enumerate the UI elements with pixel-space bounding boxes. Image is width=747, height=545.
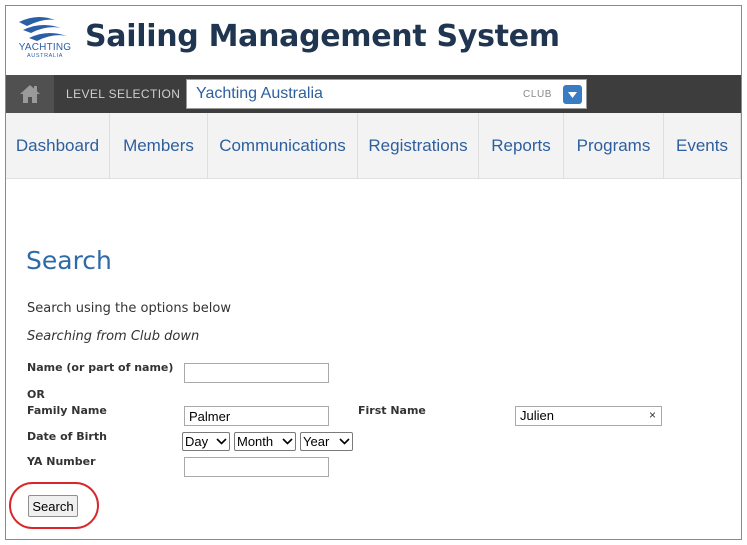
home-button[interactable] bbox=[6, 75, 54, 113]
chevron-down-icon bbox=[339, 438, 350, 445]
nav-events[interactable]: Events bbox=[664, 113, 741, 179]
search-button[interactable]: Search bbox=[28, 495, 78, 517]
level-dropdown-button[interactable] bbox=[563, 85, 582, 104]
dob-month-select[interactable]: Month bbox=[234, 432, 296, 451]
level-selected-value: Yachting Australia bbox=[196, 85, 323, 102]
name-label: Name (or part of name) bbox=[27, 361, 174, 374]
date-of-birth-label: Date of Birth bbox=[27, 430, 107, 443]
name-input[interactable] bbox=[184, 363, 329, 383]
nav-programs[interactable]: Programs bbox=[564, 113, 664, 179]
app-header: YACHTING AUSTRALIA Sailing Management Sy… bbox=[6, 6, 741, 74]
nav-communications[interactable]: Communications bbox=[208, 113, 358, 179]
chevron-down-icon bbox=[568, 91, 577, 98]
dob-year-select[interactable]: Year bbox=[300, 432, 353, 451]
search-scope-text: Searching from Club down bbox=[27, 329, 200, 344]
first-name-value: Julien bbox=[520, 408, 554, 423]
logo-text: YACHTING bbox=[18, 42, 72, 53]
level-selection-bar: LEVEL SELECTION Yachting Australia CLUB bbox=[6, 75, 741, 113]
level-selection-label: LEVEL SELECTION bbox=[66, 87, 181, 101]
level-select[interactable]: Yachting Australia CLUB bbox=[186, 79, 587, 109]
nav-reports[interactable]: Reports bbox=[479, 113, 564, 179]
dob-day-select[interactable]: Day bbox=[182, 432, 230, 451]
ya-number-input[interactable] bbox=[184, 457, 329, 477]
first-name-input[interactable]: Julien × bbox=[515, 406, 662, 426]
app-title: Sailing Management System bbox=[85, 19, 560, 54]
search-intro-text: Search using the options below bbox=[27, 301, 231, 316]
dob-year-value: Year bbox=[303, 434, 330, 449]
nav-registrations[interactable]: Registrations bbox=[358, 113, 479, 179]
chevron-down-icon bbox=[216, 438, 227, 445]
dob-day-value: Day bbox=[185, 434, 209, 449]
page-title: Search bbox=[26, 246, 112, 275]
logo-subtext: AUSTRALIA bbox=[27, 53, 63, 59]
page-frame: YACHTING AUSTRALIA Sailing Management Sy… bbox=[5, 5, 742, 540]
level-tag: CLUB bbox=[523, 89, 553, 100]
chevron-down-icon bbox=[282, 438, 293, 445]
home-icon bbox=[20, 85, 40, 103]
clear-icon[interactable]: × bbox=[649, 408, 656, 422]
family-name-input[interactable] bbox=[184, 406, 329, 426]
nav-members[interactable]: Members bbox=[110, 113, 208, 179]
main-nav: Dashboard Members Communications Registr… bbox=[6, 113, 741, 179]
dob-month-value: Month bbox=[237, 434, 274, 449]
family-name-label: Family Name bbox=[27, 404, 107, 417]
or-label: OR bbox=[27, 388, 45, 401]
first-name-label: First Name bbox=[358, 404, 426, 417]
nav-dashboard[interactable]: Dashboard bbox=[6, 113, 110, 179]
ya-number-label: YA Number bbox=[27, 455, 96, 468]
